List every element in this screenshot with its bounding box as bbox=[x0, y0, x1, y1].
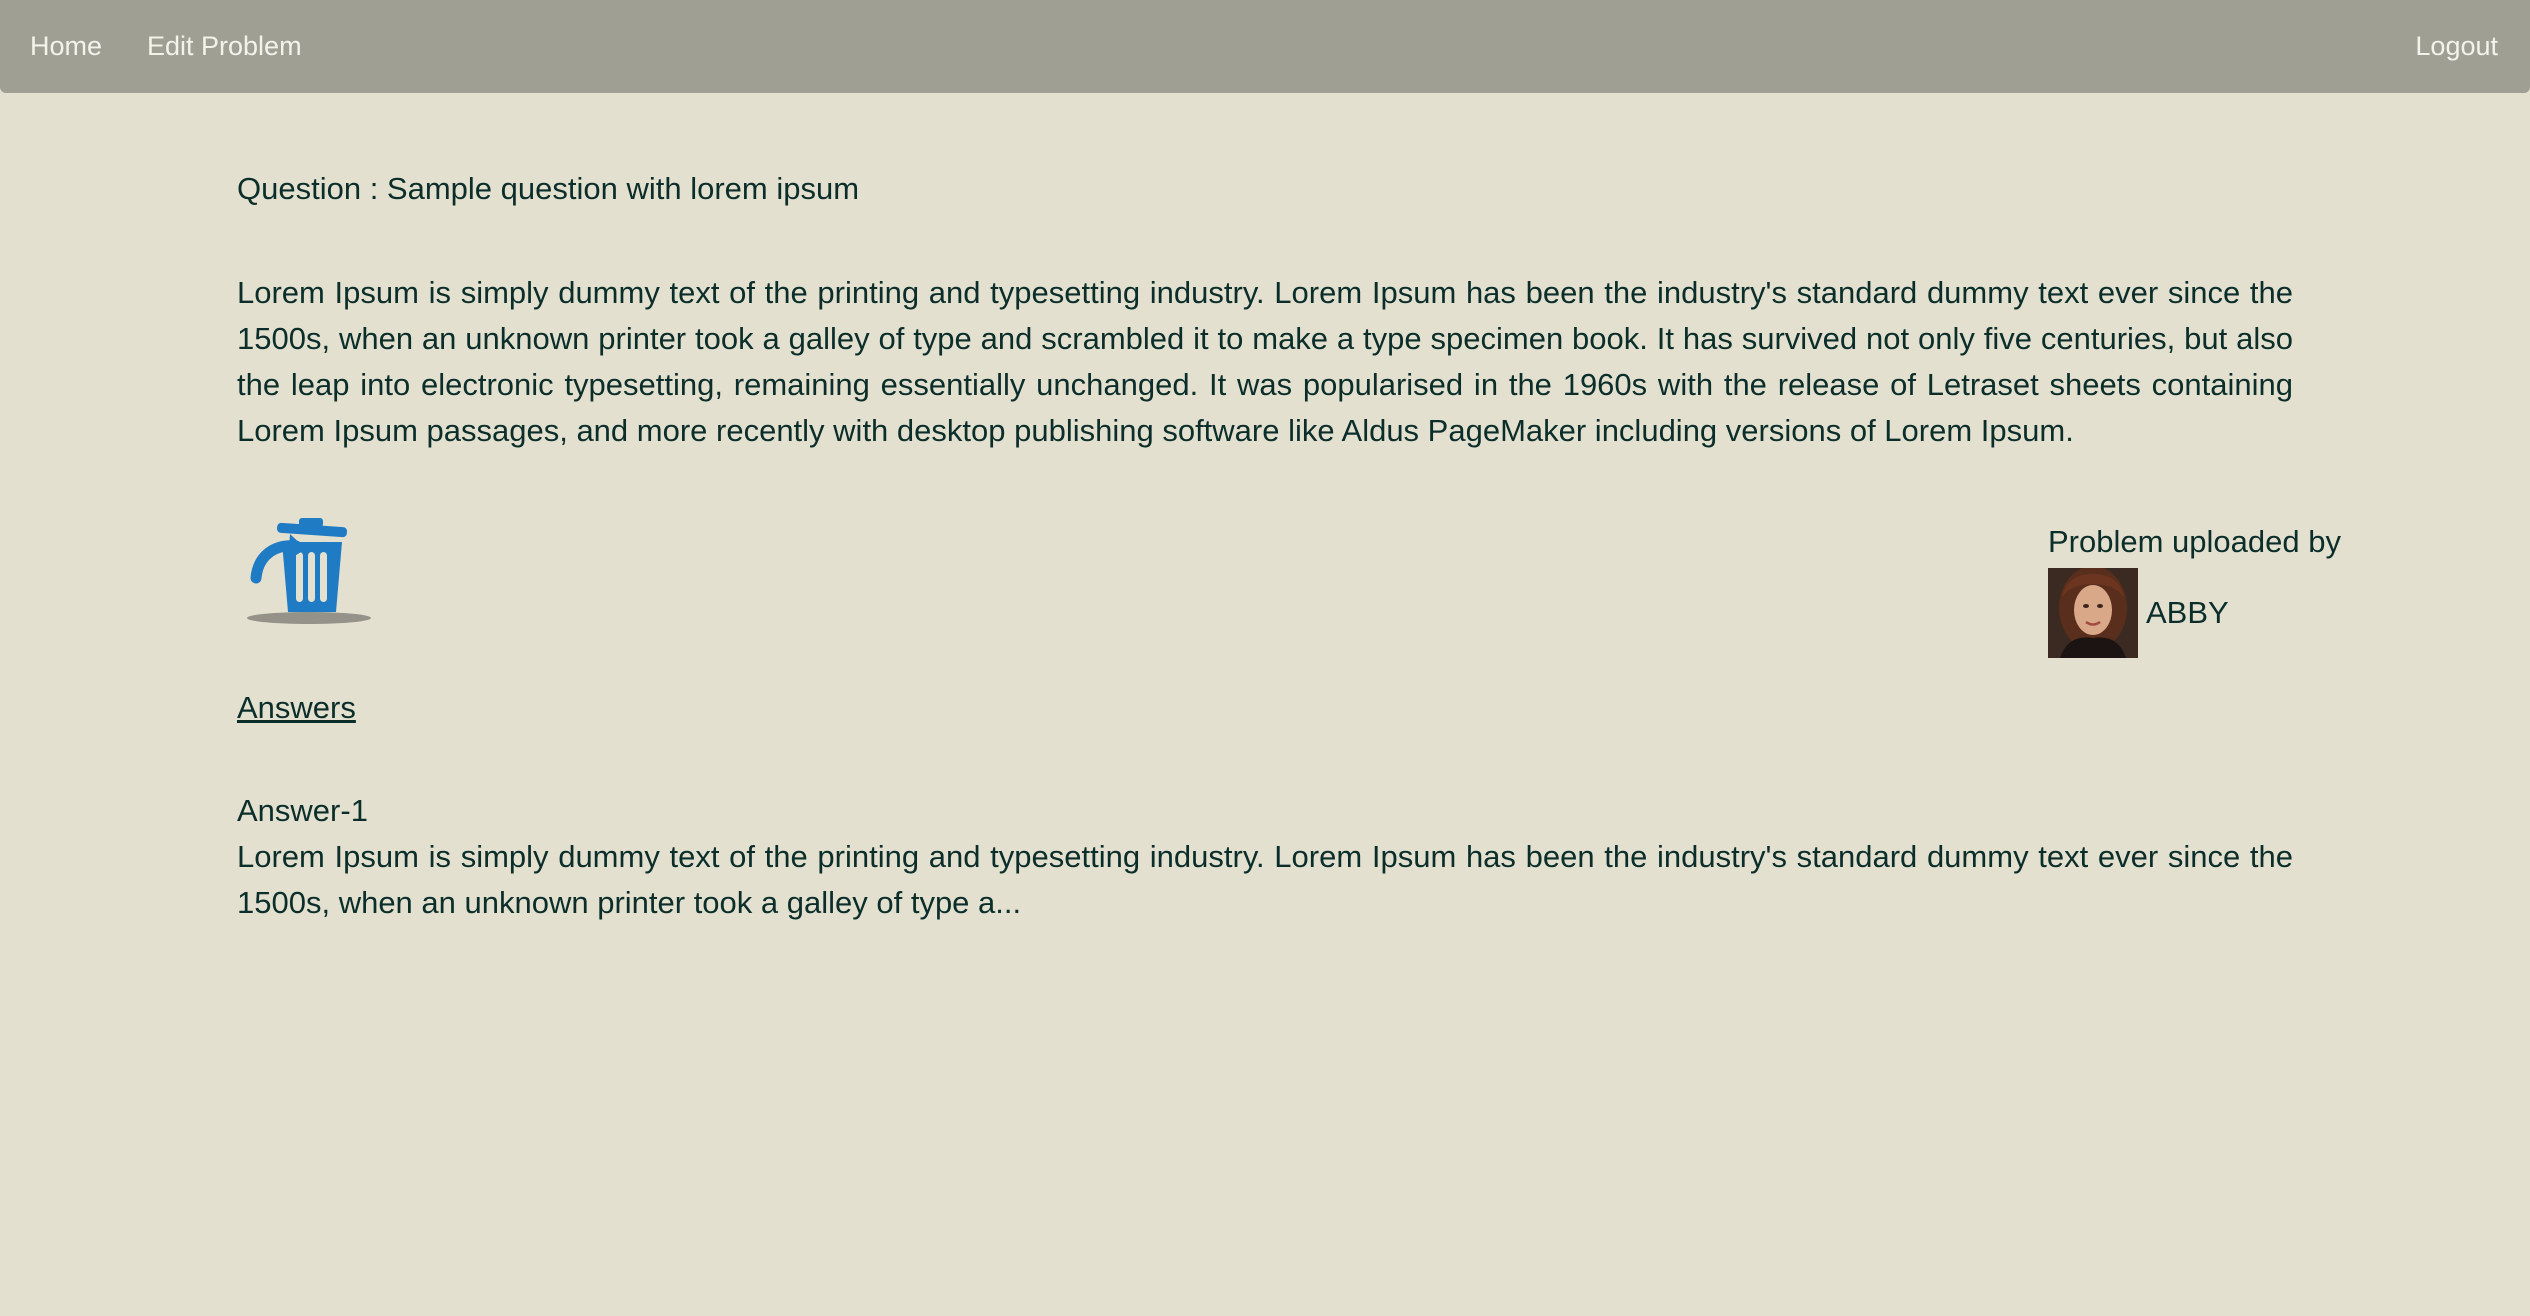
nav-logout-link[interactable]: Logout bbox=[2415, 0, 2498, 93]
uploader-name[interactable]: ABBY bbox=[2146, 595, 2229, 631]
nav-home-link[interactable]: Home bbox=[30, 0, 102, 93]
uploader-info: Problem uploaded by ABBY bbox=[2048, 518, 2341, 658]
answer-excerpt: Lorem Ipsum is simply dummy text of the … bbox=[237, 839, 2293, 920]
trash-icon bbox=[247, 518, 371, 624]
uploader-label: Problem uploaded by bbox=[2048, 524, 2341, 559]
question-title: Question : Sample question with lorem ip… bbox=[237, 171, 860, 206]
answers-heading-link[interactable]: Answers bbox=[237, 684, 356, 732]
top-navbar: Home Edit Problem Logout bbox=[0, 0, 2530, 93]
uploader-row: ABBY bbox=[2048, 568, 2308, 658]
question-body: Lorem Ipsum is simply dummy text of the … bbox=[237, 275, 2293, 448]
answer-title: Answer-1 bbox=[237, 793, 368, 828]
nav-edit-problem-link[interactable]: Edit Problem bbox=[147, 0, 302, 93]
delete-problem-button[interactable] bbox=[244, 516, 374, 628]
avatar bbox=[2048, 568, 2138, 658]
